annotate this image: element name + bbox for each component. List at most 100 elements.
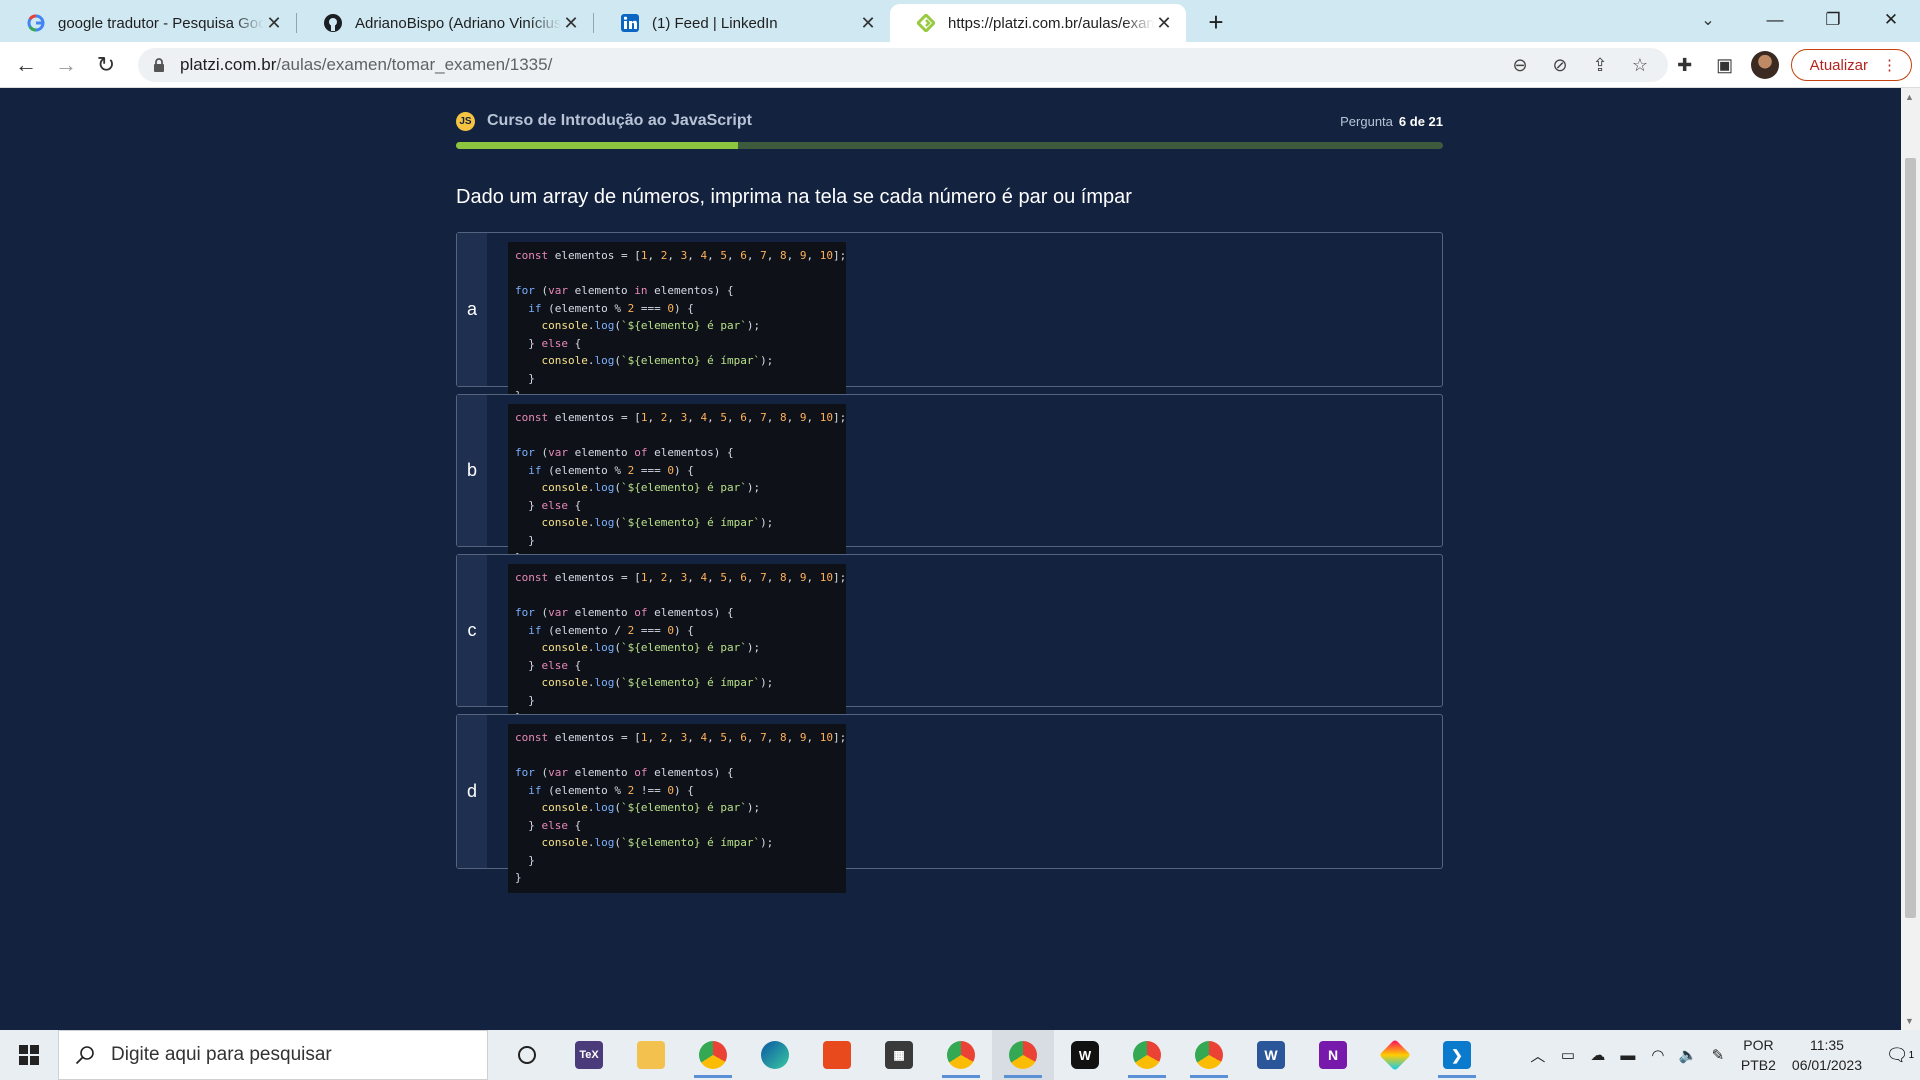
chrome-profile3-icon[interactable] [1178, 1030, 1240, 1080]
code-snippet: const elementos = [1, 2, 3, 4, 5, 6, 7, … [508, 564, 846, 733]
taskbar-search[interactable]: Digite aqui para pesquisar [58, 1030, 488, 1080]
chrome-profile-icon[interactable] [930, 1030, 992, 1080]
scroll-down-icon[interactable]: ▼ [1905, 1016, 1914, 1026]
webex-icon[interactable]: W [1054, 1030, 1116, 1080]
file-explorer-icon[interactable] [620, 1030, 682, 1080]
chevron-up-icon[interactable]: ︿ [1523, 1045, 1553, 1066]
github-icon [323, 13, 343, 33]
google-icon [26, 13, 46, 33]
forward-icon[interactable]: → [46, 47, 86, 83]
more-vert-icon: ⋮ [1882, 57, 1897, 74]
date: 06/01/2023 [1791, 1057, 1862, 1073]
close-window-icon[interactable]: ✕ [1862, 0, 1920, 40]
option-letter: d [457, 715, 487, 868]
onenote-icon[interactable]: N [1302, 1030, 1364, 1080]
page-scrollbar[interactable]: ▲ ▼ [1901, 88, 1920, 1030]
answer-option-c[interactable]: c const elementos = [1, 2, 3, 4, 5, 6, 7… [456, 554, 1443, 733]
onedrive-icon[interactable]: ☁ [1583, 1046, 1613, 1064]
windows-start-icon[interactable] [0, 1030, 58, 1080]
volume-icon[interactable]: 🔈 [1673, 1046, 1703, 1064]
exam-progress-fill [456, 142, 739, 149]
edge-icon[interactable] [744, 1030, 806, 1080]
calculator-icon[interactable]: ▦ [868, 1030, 930, 1080]
input-language[interactable]: POR PTB2 [1741, 1035, 1776, 1075]
battery-icon[interactable]: ▬ [1613, 1047, 1643, 1064]
url-path: /aulas/examen/tomar_examen/1335/ [276, 55, 553, 74]
tex-editor-icon[interactable]: TeX [558, 1030, 620, 1080]
extensions-puzzle-icon[interactable]: ✚ [1671, 51, 1699, 79]
word-icon[interactable]: W [1240, 1030, 1302, 1080]
scroll-up-icon[interactable]: ▲ [1905, 92, 1914, 102]
lock-icon [154, 58, 164, 72]
tab-title: https://platzi.com.br/aulas/examen/tomar… [948, 14, 1154, 32]
meet-now-icon[interactable]: ▭ [1553, 1046, 1583, 1064]
side-panel-icon[interactable]: ▣ [1711, 51, 1739, 79]
wifi-icon[interactable]: ◠ [1643, 1046, 1673, 1064]
code-line: } [515, 853, 535, 867]
gitkraken-icon[interactable] [1364, 1030, 1426, 1080]
code-line: for (var elemento in elementos) { [515, 284, 734, 297]
avatar[interactable] [1750, 51, 1779, 79]
answer-option-b[interactable]: b const elementos = [1, 2, 3, 4, 5, 6, 7… [456, 394, 1443, 573]
omnibox-actions: ⊖ ⊘ ⇪ ☆ [1510, 48, 1650, 82]
code-line: } [515, 533, 535, 547]
search-icon [75, 1046, 94, 1065]
chrome-active-icon[interactable] [992, 1030, 1054, 1080]
tab-github[interactable]: AdrianoBispo (Adriano Vinícius Bispo) ✕ [297, 4, 593, 42]
scrollbar-thumb[interactable] [1905, 158, 1916, 918]
url-text: platzi.com.br/aulas/examen/tomar_examen/… [180, 55, 552, 75]
keyboard-layout: PTB2 [1740, 1057, 1776, 1073]
close-icon[interactable]: ✕ [1154, 13, 1174, 33]
update-button[interactable]: Atualizar ⋮ [1790, 49, 1912, 81]
question-number: 6 de 21 [1398, 114, 1443, 129]
question-text: Dado um array de números, imprima na tel… [456, 186, 1132, 208]
tab-linkedin[interactable]: (1) Feed | LinkedIn ✕ [594, 4, 890, 42]
back-icon[interactable]: ← [6, 47, 46, 83]
close-icon[interactable]: ✕ [858, 13, 878, 33]
address-bar[interactable]: platzi.com.br/aulas/examen/tomar_examen/… [138, 48, 1668, 82]
platzi-icon [916, 13, 936, 33]
tracking-blocked-eye-icon[interactable]: ⊘ [1550, 55, 1570, 76]
code-line: for (var elemento of elementos) { [515, 766, 734, 779]
code-line: } [515, 871, 522, 884]
cortana-icon[interactable] [496, 1030, 558, 1080]
new-tab-button[interactable]: + [1198, 4, 1234, 40]
vscode-icon[interactable]: ❯ [1426, 1030, 1488, 1080]
tab-title: google tradutor - Pesquisa Google [58, 14, 264, 32]
code-snippet: const elementos = [1, 2, 3, 4, 5, 6, 7, … [508, 724, 846, 893]
answer-option-d[interactable]: d const elementos = [1, 2, 3, 4, 5, 6, 7… [456, 714, 1443, 893]
restore-icon[interactable]: ❐ [1804, 0, 1862, 40]
reload-icon[interactable]: ↻ [86, 47, 126, 83]
exam-progress-bar [456, 142, 1443, 149]
tab-title: AdrianoBispo (Adriano Vinícius Bispo) [355, 14, 561, 32]
pen-icon[interactable]: ✎ [1703, 1046, 1733, 1064]
office-icon[interactable] [806, 1030, 868, 1080]
url-host: platzi.com.br [180, 55, 277, 74]
tab-google[interactable]: google tradutor - Pesquisa Google ✕ [0, 4, 296, 42]
question-label: Pergunta [1340, 114, 1393, 129]
answer-option-a[interactable]: a const elementos = [1, 2, 3, 4, 5, 6, 7… [456, 232, 1443, 411]
tab-search-chevron-icon[interactable]: ⌄ [1688, 6, 1728, 34]
close-icon[interactable]: ✕ [264, 13, 284, 33]
code-line: if (elemento / 2 === 0) { [528, 623, 694, 637]
exam-page: JS Curso de Introdução ao JavaScript Per… [0, 88, 1901, 1030]
close-icon[interactable]: ✕ [561, 13, 581, 33]
notification-center-icon[interactable]: 🗨 1 [1880, 1045, 1920, 1066]
chrome-icon[interactable] [682, 1030, 744, 1080]
code-line: const elementos = [1, 2, 3, 4, 5, 6, 7, … [515, 249, 847, 262]
code-line: console.log(`${elemento} é par`); [541, 641, 761, 654]
system-tray: ︿ ▭ ☁ ▬ ◠ 🔈 ✎ POR PTB2 11:35 06/01/2023 🗨 1 [1523, 1030, 1920, 1080]
code-line: console.log(`${elemento} é ímpar`); [541, 676, 774, 689]
tab-platzi[interactable]: https://platzi.com.br/aulas/examen/tomar… [890, 4, 1186, 42]
zoom-icon[interactable]: ⊖ [1510, 55, 1530, 76]
share-icon[interactable]: ⇪ [1590, 55, 1610, 76]
chrome-profile2-icon[interactable] [1116, 1030, 1178, 1080]
code-line: console.log(`${elemento} é par`); [541, 801, 761, 814]
minimize-icon[interactable]: — [1746, 0, 1804, 40]
clock[interactable]: 11:35 06/01/2023 [1792, 1035, 1862, 1075]
bookmark-star-icon[interactable]: ☆ [1630, 55, 1650, 76]
tab-title: (1) Feed | LinkedIn [652, 14, 778, 32]
